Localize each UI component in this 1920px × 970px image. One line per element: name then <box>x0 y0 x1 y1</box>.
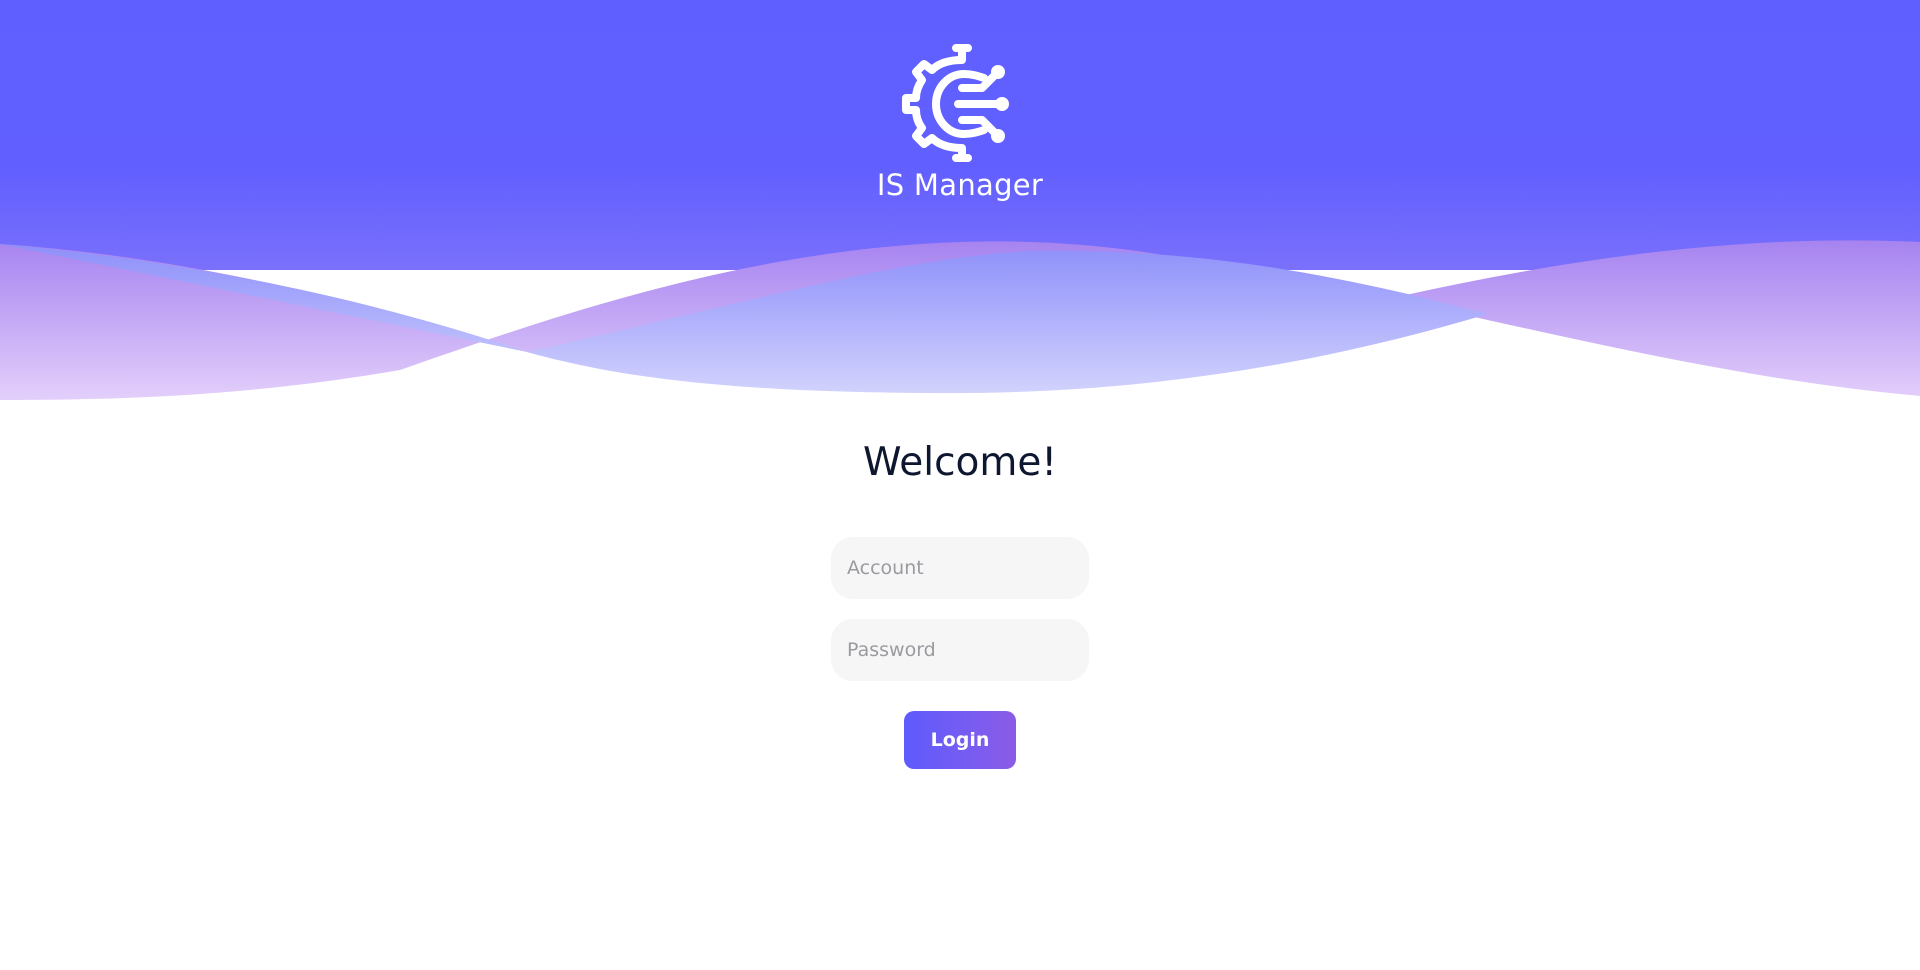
app-title: IS Manager <box>876 168 1044 202</box>
welcome-heading: Welcome! <box>862 440 1058 485</box>
login-page: IS Manager Welcome! Login <box>0 0 1920 970</box>
header-banner: IS Manager <box>0 0 1920 420</box>
brand-block: IS Manager <box>0 40 1920 202</box>
password-input[interactable] <box>831 619 1089 681</box>
account-input[interactable] <box>831 537 1089 599</box>
login-button[interactable]: Login <box>904 711 1016 769</box>
gear-circuit-icon <box>902 44 1009 162</box>
login-form: Login <box>831 537 1089 769</box>
